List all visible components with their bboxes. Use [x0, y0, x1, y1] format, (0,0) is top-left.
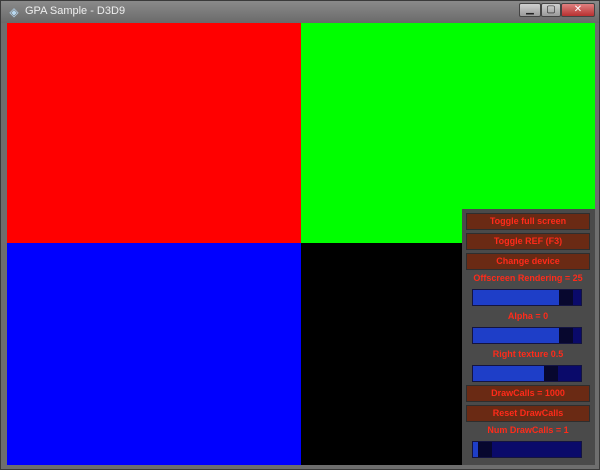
- close-button[interactable]: ✕: [561, 3, 595, 17]
- title-bar[interactable]: ◈ GPA Sample - D3D9 ▁ ▢ ✕: [1, 1, 599, 23]
- num-drawcalls-slider[interactable]: [472, 441, 582, 458]
- slider-fill: [473, 328, 559, 343]
- right-texture-slider[interactable]: [472, 365, 582, 382]
- right-texture-label: Right texture 0.5: [492, 349, 564, 359]
- drawcalls-button[interactable]: DrawCalls = 1000: [466, 385, 590, 402]
- maximize-button[interactable]: ▢: [541, 3, 561, 17]
- slider-fill: [473, 366, 544, 381]
- slider-handle[interactable]: [559, 290, 573, 305]
- alpha-slider[interactable]: [472, 327, 582, 344]
- blue-quadrant: [7, 243, 301, 465]
- app-icon: ◈: [9, 5, 19, 19]
- control-panel: Toggle full screen Toggle REF (F3) Chang…: [462, 209, 595, 465]
- window-title: GPA Sample - D3D9: [25, 5, 126, 17]
- change-device-button[interactable]: Change device: [466, 253, 590, 270]
- slider-fill: [473, 290, 559, 305]
- reset-drawcalls-button[interactable]: Reset DrawCalls: [466, 405, 590, 422]
- toggle-ref-button[interactable]: Toggle REF (F3): [466, 233, 590, 250]
- num-drawcalls-label: Num DrawCalls = 1: [487, 425, 569, 435]
- toggle-fullscreen-button[interactable]: Toggle full screen: [466, 213, 590, 230]
- minimize-button[interactable]: ▁: [519, 3, 541, 17]
- offscreen-label: Offscreen Rendering = 25: [473, 273, 583, 283]
- red-quadrant: [7, 23, 301, 243]
- app-window: ◈ GPA Sample - D3D9 ▁ ▢ ✕ Toggle full sc…: [0, 0, 600, 470]
- offscreen-slider[interactable]: [472, 289, 582, 306]
- alpha-label: Alpha = 0: [507, 311, 549, 321]
- slider-handle[interactable]: [544, 366, 558, 381]
- slider-handle[interactable]: [559, 328, 573, 343]
- slider-handle[interactable]: [478, 442, 492, 457]
